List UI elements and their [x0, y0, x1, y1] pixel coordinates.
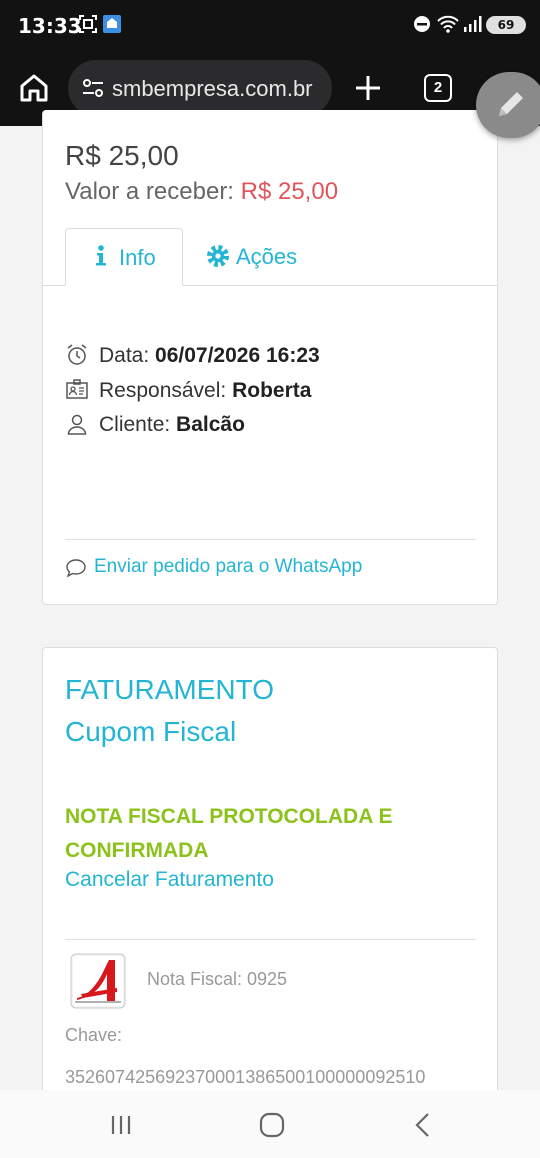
nota-fiscal-label: Nota Fiscal: 0925 — [147, 969, 288, 989]
detail-cliente-label: Cliente: — [99, 413, 177, 436]
tab-info-label: Info — [119, 245, 156, 270]
edit-icon — [499, 92, 523, 116]
divider — [65, 939, 476, 940]
billing-title: FATURAMENTO — [65, 674, 274, 705]
chave-value: 352607425692370001386500100000092510 — [65, 1067, 426, 1087]
whatsapp-link-text[interactable]: Enviar pedido para o WhatsApp — [94, 556, 362, 578]
divider — [65, 539, 476, 540]
receive-label: Valor a receber: — [65, 178, 241, 205]
receive-value: R$ 25,00 — [240, 178, 339, 205]
info-icon — [96, 245, 106, 266]
pdf-icon[interactable] — [69, 952, 127, 1010]
url-text[interactable]: smbempresa.com.br — [112, 76, 322, 102]
billing-card: FATURAMENTO Cupom Fiscal NOTA FISCAL PRO… — [42, 647, 498, 1107]
plus-icon[interactable] — [352, 70, 384, 106]
chat-bubble-icon — [66, 559, 86, 578]
site-settings-icon[interactable] — [82, 78, 104, 98]
recent-apps-icon[interactable] — [106, 1110, 136, 1140]
alarm-clock-icon — [67, 344, 87, 365]
detail-responsavel-label: Responsável: — [99, 379, 233, 402]
edit-button[interactable] — [476, 72, 540, 138]
screenshot-icon — [79, 15, 97, 33]
id-card-icon — [66, 379, 88, 399]
billing-subtitle: Cupom Fiscal — [65, 716, 237, 747]
signal-icon — [464, 16, 482, 32]
detail-responsavel-value: Roberta — [232, 379, 312, 402]
battery-icon: 69 — [486, 16, 526, 34]
home-icon[interactable] — [16, 70, 52, 106]
user-icon — [67, 414, 87, 435]
do-not-disturb-icon — [414, 16, 430, 32]
tab-switcher-button[interactable]: 2 — [424, 74, 452, 102]
detail-data-value: 06/07/2026 16:23 — [155, 344, 320, 367]
app-notification-icon — [103, 15, 121, 33]
nf-status: NOTA FISCAL PROTOCOLADA E CONFIRMADA — [65, 805, 393, 862]
tab-info[interactable]: Info — [65, 228, 183, 286]
tab-acoes-label: Ações — [236, 244, 298, 269]
detail-data-label: Data: — [99, 344, 156, 367]
receive-row: Valor a receber: R$ 25,00 — [65, 178, 338, 206]
order-card: R$ 25,00 Valor a receber: R$ 25,00 Info … — [42, 110, 498, 605]
wifi-icon — [437, 15, 459, 33]
chave-label: Chave: — [65, 1025, 123, 1045]
detail-cliente-value: Balcão — [176, 413, 245, 436]
back-icon[interactable] — [408, 1110, 438, 1140]
order-price: R$ 25,00 — [65, 140, 179, 171]
status-bar: 13:33 69 — [0, 0, 540, 52]
cancel-billing-link[interactable]: Cancelar Faturamento — [65, 868, 274, 892]
android-nav-bar — [0, 1090, 540, 1158]
home-nav-icon[interactable] — [257, 1110, 287, 1140]
status-time: 13:33 — [18, 14, 82, 38]
gear-icon — [207, 245, 229, 267]
address-bar[interactable]: smbempresa.com.br — [68, 60, 332, 116]
